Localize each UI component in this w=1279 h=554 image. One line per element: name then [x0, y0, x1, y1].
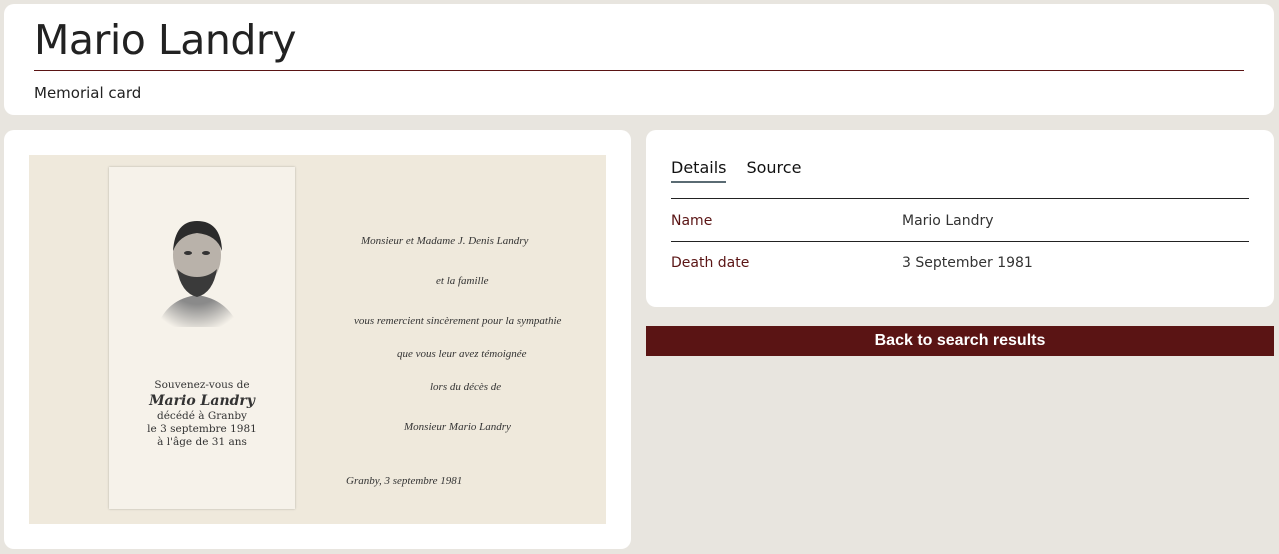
card-inside-line: et la famille — [436, 275, 489, 287]
tab-divider — [671, 198, 1249, 199]
detail-row-death-date: Death date 3 September 1981 — [671, 242, 1249, 284]
card-front-name: Mario Landry — [149, 393, 255, 409]
card-front-line: Souvenez-vous de — [154, 379, 250, 391]
tab-source[interactable]: Source — [746, 158, 801, 183]
card-front-line: décédé à Granby — [157, 410, 247, 422]
card-inside-line: que vous leur avez témoignée — [397, 348, 527, 360]
card-front-line: à l'âge de 31 ans — [157, 436, 247, 448]
card-inside-line: Granby, 3 septembre 1981 — [346, 475, 463, 487]
memorial-card-front: Souvenez-vous de Mario Landry décédé à G… — [109, 167, 295, 509]
page-title: Mario Landry — [34, 16, 296, 64]
card-inside-line: Monsieur et Madame J. Denis Landry — [361, 235, 529, 247]
back-to-search-results-button[interactable]: Back to search results — [646, 326, 1274, 356]
card-front-text: Souvenez-vous de Mario Landry décédé à G… — [109, 379, 295, 449]
header-card: Mario Landry Memorial card — [4, 4, 1274, 115]
card-inside-line: vous remercient sincèrement pour la symp… — [354, 315, 562, 327]
details-card: Details Source Name Mario Landry Death d… — [646, 130, 1274, 307]
card-inside-line: Monsieur Mario Landry — [404, 421, 511, 433]
memorial-card-image[interactable]: Souvenez-vous de Mario Landry décédé à G… — [29, 155, 606, 524]
tab-details[interactable]: Details — [671, 158, 727, 183]
detail-row-name: Name Mario Landry — [671, 200, 1249, 242]
card-front-line: le 3 septembre 1981 — [147, 423, 257, 435]
page-subtitle: Memorial card — [34, 84, 142, 102]
tab-bar: Details Source — [671, 158, 801, 183]
portrait-photo — [147, 207, 247, 327]
card-inside-line: lors du décès de — [430, 381, 502, 393]
death-date-value: 3 September 1981 — [902, 255, 1033, 271]
name-label: Name — [671, 212, 713, 229]
name-value: Mario Landry — [902, 212, 994, 229]
title-divider — [34, 70, 1244, 71]
image-card: Souvenez-vous de Mario Landry décédé à G… — [4, 130, 631, 549]
death-date-label: Death date — [671, 255, 750, 271]
